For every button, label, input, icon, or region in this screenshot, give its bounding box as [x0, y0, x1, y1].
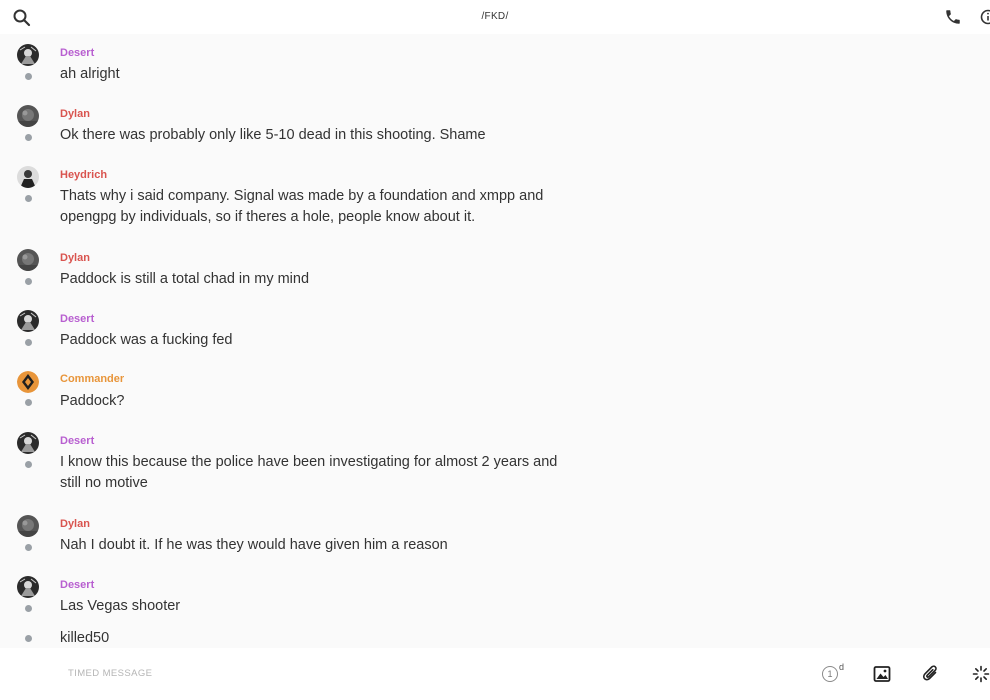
image-icon[interactable]: [873, 665, 891, 683]
message-item: Dylan Ok there was probably only like 5-…: [0, 105, 990, 155]
conversation-header: /FKD/: [0, 0, 990, 34]
message-author: Dylan: [60, 108, 90, 120]
message-text: Paddock?: [60, 393, 125, 409]
message-item: Desert Las Vegas shooter: [0, 576, 990, 626]
delivery-status-dot: [25, 461, 32, 468]
info-icon[interactable]: [980, 9, 990, 25]
conversation-title: /FKD/: [481, 11, 509, 22]
message-item: Heydrich Thats why i said company. Signa…: [0, 166, 990, 238]
timer-unit-label: d: [839, 662, 845, 672]
message-text: Thats why i said company. Signal was mad…: [60, 188, 544, 225]
delivery-status-dot: [25, 195, 32, 202]
phone-icon[interactable]: [944, 8, 962, 26]
avatar[interactable]: [17, 515, 39, 537]
message-item: Dylan Nah I doubt it. If he was they wou…: [0, 515, 990, 565]
avatar[interactable]: [17, 166, 39, 188]
message-author: Desert: [60, 47, 95, 59]
avatar[interactable]: [17, 576, 39, 598]
message-item: Desert Paddock was a fucking fed: [0, 310, 990, 360]
avatar[interactable]: [17, 432, 39, 454]
message-text: Paddock is still a total chad in my mind: [60, 271, 310, 287]
message-list[interactable]: Desert ah alright Dylan Ok there was pro…: [0, 34, 990, 648]
message-text: Ok there was probably only like 5-10 dea…: [60, 127, 486, 143]
message-text: ah alright: [60, 66, 120, 82]
delivery-status-dot: [25, 399, 32, 406]
timer-icon: 1: [822, 666, 838, 682]
message-text: Nah I doubt it. If he was they would hav…: [60, 537, 448, 553]
signal-app-window: /FKD/ Desert ah alright Dylan Ok there w…: [0, 0, 990, 700]
message-text: I know this because the police have been…: [60, 454, 558, 491]
message-author: Desert: [60, 313, 95, 325]
message-author: Dylan: [60, 252, 90, 264]
message-composer: TIMED MESSAGE 1 d: [0, 648, 990, 700]
sparkle-icon[interactable]: [972, 665, 990, 683]
message-input[interactable]: TIMED MESSAGE: [68, 668, 152, 679]
message-text: Paddock was a fucking fed: [60, 332, 233, 348]
avatar[interactable]: [17, 249, 39, 271]
avatar[interactable]: [17, 310, 39, 332]
delivery-status-dot: [25, 339, 32, 346]
message-item: Desert ah alright: [0, 44, 990, 94]
delivery-status-dot: [25, 134, 32, 141]
paperclip-icon[interactable]: [922, 664, 940, 684]
message-author: Dylan: [60, 518, 90, 530]
delivery-status-dot: [25, 544, 32, 551]
avatar[interactable]: [17, 105, 39, 127]
message-author: Desert: [60, 435, 95, 447]
message-item: Desert I know this because the police ha…: [0, 432, 990, 504]
message-author: Heydrich: [60, 169, 108, 181]
delivery-status-dot: [25, 278, 32, 285]
message-item: Dylan Paddock is still a total chad in m…: [0, 249, 990, 299]
message-item: killed50: [0, 626, 990, 648]
message-author: Desert: [60, 579, 95, 591]
message-author: Commander: [60, 373, 125, 385]
message-text: killed50: [60, 630, 110, 646]
delivery-status-dot: [25, 73, 32, 80]
avatar[interactable]: [17, 371, 39, 393]
message-item: Commander Paddock?: [0, 371, 990, 421]
message-text: Las Vegas shooter: [60, 598, 181, 614]
avatar[interactable]: [17, 44, 39, 66]
disappearing-timer-button[interactable]: 1 d: [822, 662, 846, 685]
delivery-status-dot: [25, 605, 32, 612]
delivery-status-dot: [25, 635, 32, 642]
